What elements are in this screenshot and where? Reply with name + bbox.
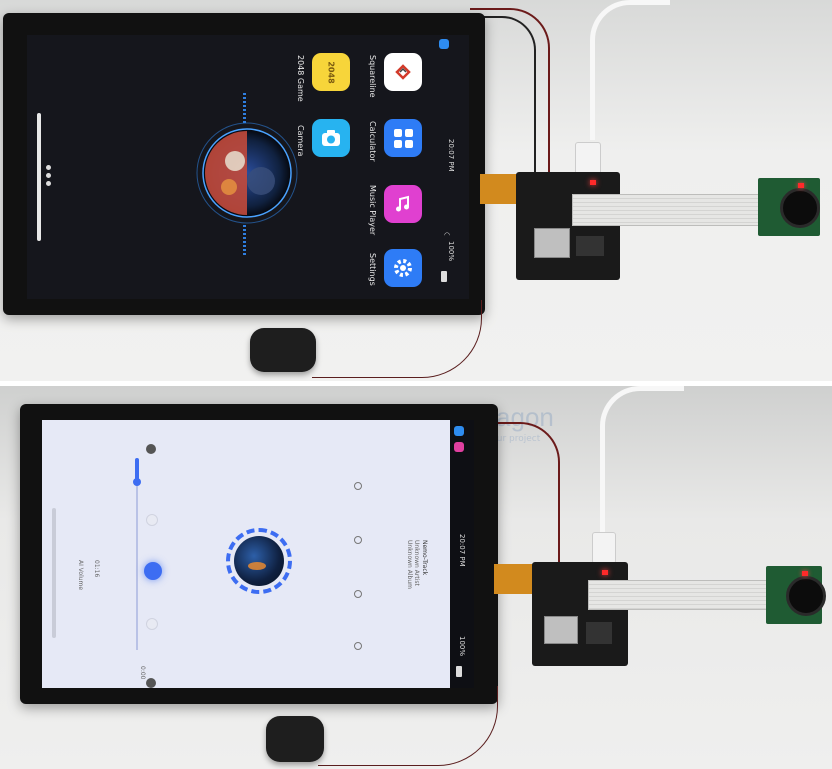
album-art <box>234 536 284 586</box>
usb-cable-bottom <box>600 386 684 536</box>
camera-app-label: Camera <box>296 125 305 157</box>
dots-menu-icon[interactable] <box>46 165 52 187</box>
usb-cable <box>590 0 670 140</box>
info-icon[interactable] <box>354 642 362 650</box>
usb-connector-bottom <box>592 532 616 564</box>
battery-percent: 100% <box>447 241 455 262</box>
ethernet-port <box>534 228 570 258</box>
tablet-device-bottom: AI Volume 0:00 Nemo-Track Unknown Artist… <box>20 404 498 704</box>
squareline-app-label: Squareline <box>368 55 377 98</box>
power-led <box>590 180 596 185</box>
equalizer-icon[interactable] <box>354 590 362 598</box>
status-time-bottom: 20:07 PM <box>458 534 466 567</box>
prev-icon[interactable] <box>146 514 158 526</box>
progress-track[interactable] <box>136 464 138 650</box>
settings-app-icon[interactable] <box>384 249 422 287</box>
camera-app-icon[interactable] <box>312 119 350 157</box>
music-player-screen: AI Volume 0:00 Nemo-Track Unknown Artist… <box>42 420 474 688</box>
track-album: Unknown Album <box>406 540 413 589</box>
drawer-handle[interactable] <box>37 113 41 241</box>
chip <box>576 236 604 256</box>
status-time: 20:07 PM <box>447 139 455 172</box>
power-led-bottom <box>602 570 608 575</box>
controller-board-bottom <box>532 562 628 666</box>
app-indicator-icon-bottom <box>454 426 464 436</box>
calculator-app-label: Calculator <box>368 121 377 162</box>
camera-lens <box>780 188 820 228</box>
app-indicator-icon <box>439 39 449 49</box>
camera-led <box>798 183 804 188</box>
track-title: Nemo-Track <box>421 540 428 576</box>
wifi-icon: ◠ <box>444 231 451 239</box>
squareline-app-icon[interactable] <box>384 53 422 91</box>
music-player-app-icon[interactable] <box>384 185 422 223</box>
volume-slider[interactable] <box>52 508 56 638</box>
home-screen: Squareline 2048 2048 Game Calculator Cam… <box>27 35 469 299</box>
notification-icon <box>454 442 464 452</box>
calculator-app-icon[interactable] <box>384 119 422 157</box>
volume-label: AI Volume <box>77 560 84 591</box>
controller-board <box>516 172 620 280</box>
globe-illustration <box>195 121 299 225</box>
chip-bottom <box>586 622 612 644</box>
progress-fill <box>135 458 139 480</box>
game-2048-app-icon[interactable]: 2048 <box>312 53 350 91</box>
status-bar: 20:07 PM ◠ 100% <box>437 35 469 299</box>
list-icon[interactable] <box>354 536 362 544</box>
speaker-wire-bottom <box>318 686 498 766</box>
battery-icon-bottom <box>456 666 462 677</box>
wave-line-top <box>243 93 246 123</box>
time-elapsed: 0:00 <box>139 666 146 680</box>
speaker-bottom <box>266 716 324 762</box>
track-duration: 01:16 <box>93 560 100 578</box>
music-player-app-label: Music Player <box>368 185 377 236</box>
wave-line-bottom <box>243 225 246 255</box>
shuffle-icon[interactable] <box>146 678 156 688</box>
game-2048-app-label: 2048 Game <box>296 55 305 102</box>
next-icon[interactable] <box>146 618 158 630</box>
battery-percent-bottom: 100% <box>458 636 466 657</box>
photo-bottom-music-player: Electrodragon Microcontrollers for your … <box>0 386 832 769</box>
camera-led-bottom <box>802 571 808 576</box>
speaker-wire <box>312 300 482 378</box>
camera-ribbon-cable <box>572 194 768 226</box>
photo-top-home-screen: Squareline 2048 2048 Game Calculator Cam… <box>0 0 832 381</box>
camera-lens-bottom <box>786 576 826 616</box>
game-2048-icon-glyph: 2048 <box>326 60 336 84</box>
play-pause-icon[interactable] <box>144 562 162 580</box>
progress-thumb[interactable] <box>133 478 141 486</box>
track-artist: Unknown Artist <box>413 540 420 586</box>
settings-app-label: Settings <box>368 253 377 286</box>
speaker <box>250 328 316 372</box>
repeat-icon[interactable] <box>146 444 156 454</box>
tablet-device: Squareline 2048 2048 Game Calculator Cam… <box>3 13 485 315</box>
battery-icon <box>441 271 447 282</box>
status-bar-bottom: 20:07 PM 100% <box>450 420 474 688</box>
lock-icon[interactable] <box>354 482 362 490</box>
camera-ribbon-cable-bottom <box>588 580 772 610</box>
ethernet-port-bottom <box>544 616 578 644</box>
